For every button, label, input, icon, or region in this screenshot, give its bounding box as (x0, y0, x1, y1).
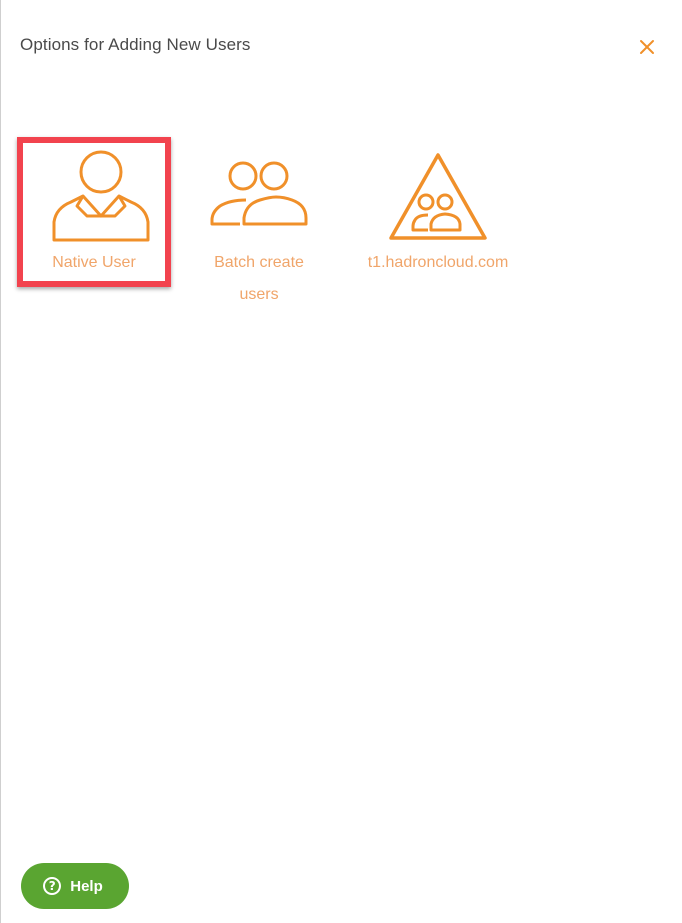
add-users-panel: Options for Adding New Users Native User (0, 0, 682, 923)
close-button[interactable] (637, 37, 657, 57)
option-label: t1.hadroncloud.com (367, 254, 509, 271)
single-user-icon (52, 150, 150, 242)
option-domain-users[interactable]: t1.hadroncloud.com (353, 150, 523, 280)
option-native-user[interactable]: Native User (17, 137, 171, 287)
close-icon (640, 40, 654, 54)
help-icon: ? (43, 877, 62, 895)
option-batch-create-users[interactable]: Batch create users (199, 150, 319, 310)
help-label: Help (70, 877, 103, 895)
option-label: Batch create users (214, 254, 304, 303)
option-label: Native User (52, 254, 136, 271)
domain-group-icon (389, 153, 487, 240)
help-button[interactable]: ? Help (21, 863, 129, 909)
panel-title: Options for Adding New Users (20, 35, 251, 54)
multiple-users-icon (210, 161, 308, 226)
